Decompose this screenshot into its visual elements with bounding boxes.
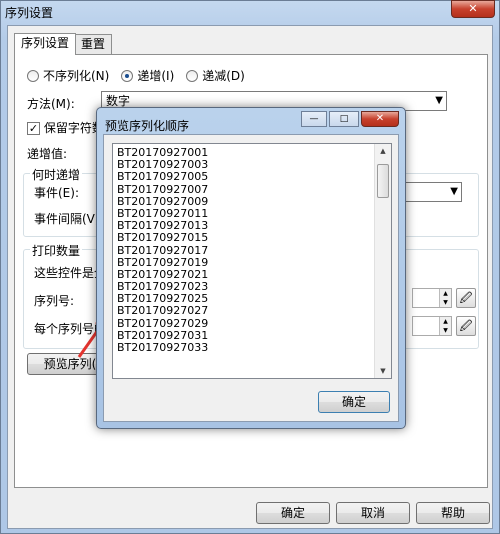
serial-preview-list[interactable]: BT20170927001 BT20170927003 BT20170927005 B…: [112, 143, 392, 379]
event-label: 事件(E):: [34, 186, 79, 200]
radio-increment[interactable]: 递增(I): [121, 67, 174, 84]
spin-up-icon[interactable]: ▲: [439, 289, 451, 298]
keep-chars-label: 保留字符数: [43, 121, 104, 135]
list-item[interactable]: BT20170927029: [113, 317, 391, 330]
list-item[interactable]: BT20170927015: [113, 232, 391, 244]
ok-button[interactable]: 确定: [256, 502, 330, 524]
chevron-down-icon: ▼: [450, 186, 458, 197]
spin-down-icon[interactable]: ▼: [439, 298, 451, 307]
print-group-title: 打印数量: [30, 242, 83, 259]
radio-no-serialize[interactable]: 不序列化(N): [27, 67, 109, 84]
serial-picker-icon[interactable]: 🖉: [456, 288, 476, 308]
serial-spinner[interactable]: ▲ ▼: [412, 288, 452, 308]
checkbox-checked-icon: ✓: [27, 122, 40, 135]
radio-label: 递减(D): [202, 69, 245, 83]
mode-radio-group: 不序列化(N) 递增(I) 递减(D): [27, 67, 245, 84]
radio-icon: [186, 69, 199, 82]
cancel-button[interactable]: 取消: [336, 502, 410, 524]
serial-label: 序列号:: [34, 294, 75, 308]
interval-label: 事件间隔(V):: [34, 212, 104, 226]
title-bar: 序列设置 ✕: [1, 0, 499, 23]
per-serial-spinner[interactable]: ▲ ▼: [412, 316, 452, 336]
scroll-up-icon[interactable]: ▲: [375, 144, 391, 158]
radio-checked-icon: [121, 69, 134, 82]
list-item[interactable]: BT20170927005: [113, 171, 391, 183]
list-item[interactable]: BT20170927017: [113, 244, 391, 257]
serial-settings-window: 序列设置 ✕ 序列设置 重置 不序列化(N) 递增(I) 递减(D) 方法(M)…: [0, 0, 500, 534]
window-title: 序列设置: [5, 6, 54, 20]
list-item[interactable]: BT20170927027: [113, 305, 391, 317]
radio-decrement[interactable]: 递减(D): [186, 67, 245, 84]
minimize-icon[interactable]: —: [301, 111, 327, 127]
radio-label: 递增(I): [137, 69, 175, 83]
scroll-down-icon[interactable]: ▼: [375, 364, 391, 378]
method-value: 数字: [106, 94, 131, 108]
dialog-title: 预览序列化顺序: [105, 119, 190, 133]
preview-dialog: 预览序列化顺序 — □ ✕ BT20170927001 BT20170927003…: [96, 107, 406, 429]
radio-label: 不序列化(N): [43, 69, 110, 83]
tab-serial-settings[interactable]: 序列设置: [14, 33, 77, 55]
list-item[interactable]: BT20170927033: [113, 341, 391, 354]
help-button[interactable]: 帮助: [416, 502, 490, 524]
dialog-ok-button[interactable]: 确定: [318, 391, 390, 413]
scroll-thumb[interactable]: [377, 164, 389, 198]
dialog-client: BT20170927001 BT20170927003 BT20170927005 B…: [103, 134, 399, 422]
increment-label: 递增值:: [27, 147, 68, 161]
vertical-scrollbar[interactable]: ▲ ▼: [374, 144, 391, 378]
dialog-close-button[interactable]: ✕: [361, 111, 399, 127]
chevron-down-icon: ▼: [435, 95, 443, 106]
tab-reset[interactable]: 重置: [74, 34, 113, 54]
radio-icon: [27, 69, 39, 82]
when-group-title: 何时递增: [30, 166, 83, 183]
per-serial-picker-icon[interactable]: 🖉: [456, 316, 476, 336]
list-items: BT20170927001 BT20170927003 BT20170927005 B…: [113, 144, 391, 354]
maximize-icon[interactable]: □: [329, 111, 359, 127]
spin-down-icon[interactable]: ▼: [439, 326, 451, 335]
list-item[interactable]: BT20170927007: [113, 183, 391, 196]
method-label: 方法(M):: [27, 97, 75, 111]
spin-up-icon[interactable]: ▲: [439, 317, 451, 326]
window-close-button[interactable]: ✕: [451, 0, 495, 18]
keep-chars-row[interactable]: ✓ 保留字符数: [27, 119, 104, 136]
